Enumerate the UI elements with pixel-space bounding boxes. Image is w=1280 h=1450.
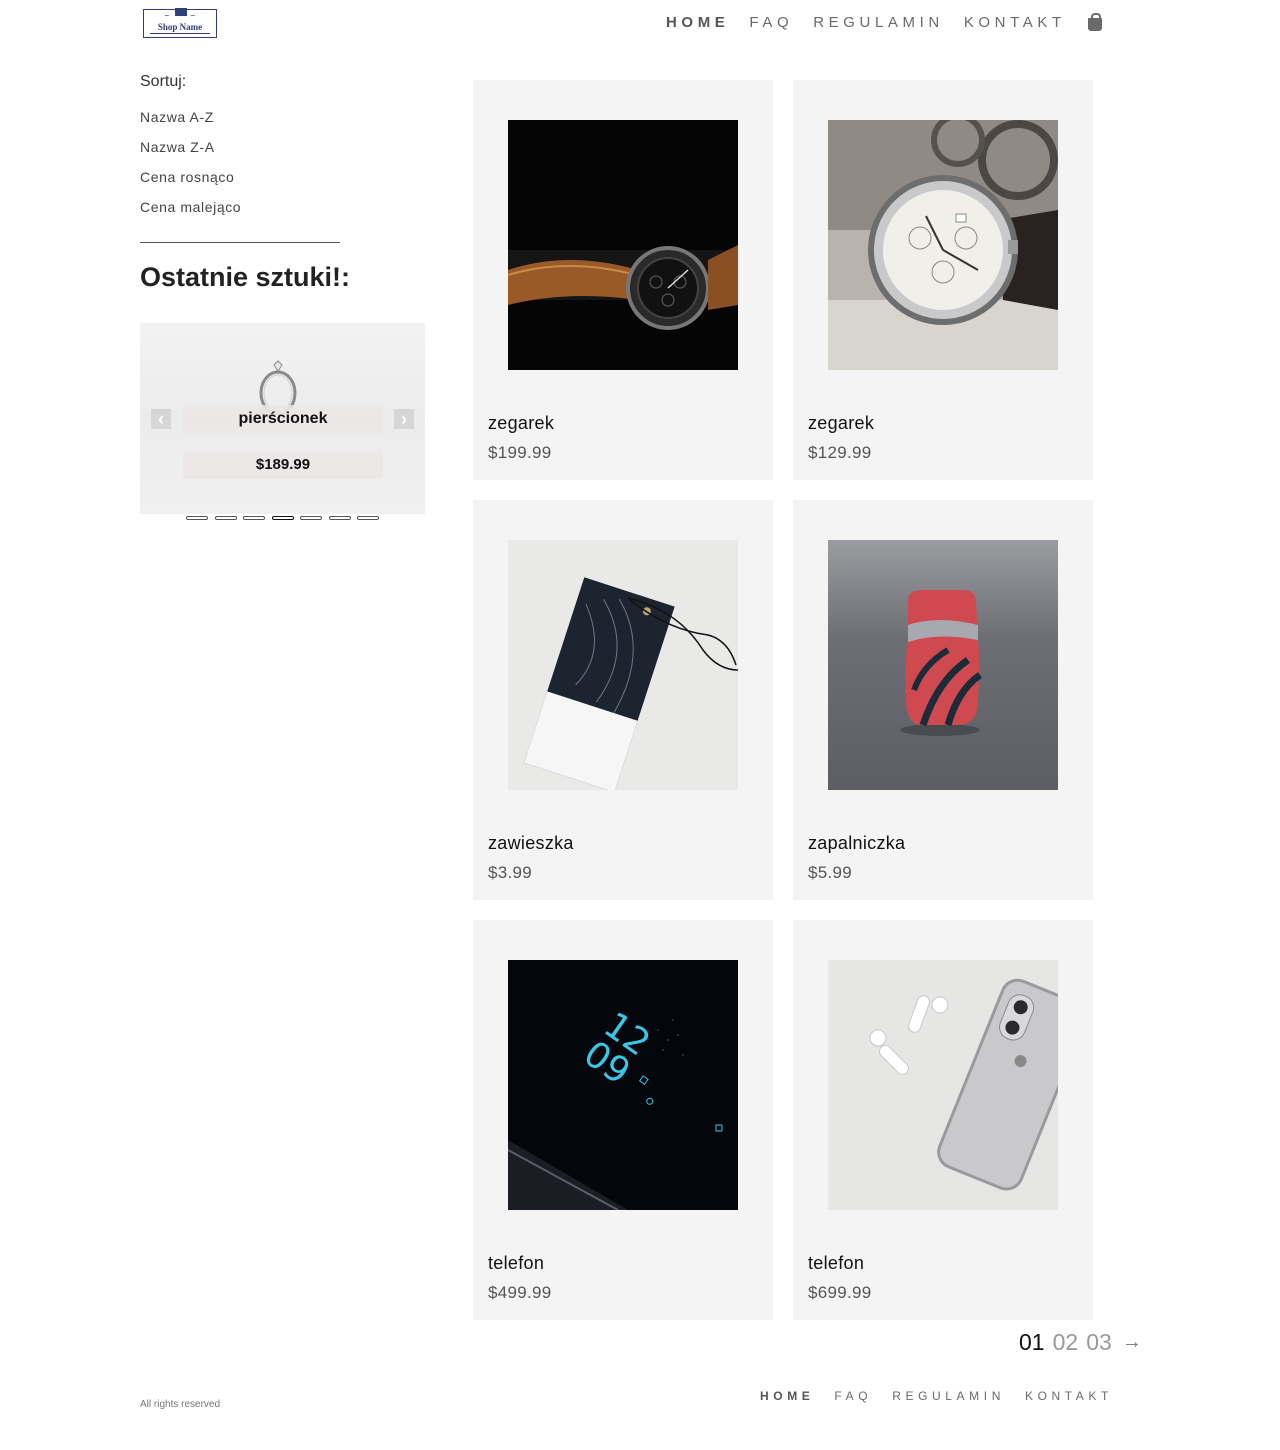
slider-dot[interactable] <box>300 516 322 520</box>
slider-dot[interactable] <box>243 516 265 520</box>
ornament-left-icon: ~ <box>164 12 170 20</box>
ornament-right-icon: ~ <box>190 12 196 20</box>
slider-dot[interactable] <box>328 516 351 520</box>
product-name[interactable]: telefon <box>488 1253 544 1274</box>
shopping-bag-icon[interactable] <box>1087 13 1102 31</box>
product-image-watch[interactable] <box>508 120 738 370</box>
footer-nav-home[interactable]: HOME <box>760 1389 814 1403</box>
product-price: $199.99 <box>488 443 552 462</box>
product-price: $3.99 <box>488 863 533 882</box>
gift-box-icon <box>175 8 187 16</box>
product-price: $699.99 <box>808 1283 872 1302</box>
slide-product-name[interactable]: pierścionek <box>183 405 383 433</box>
pagination: 01 02 03 → <box>1019 1329 1142 1356</box>
last-items-slider[interactable]: pierścionek $189.99 ‹ › <box>140 323 425 514</box>
slider-prev-arrow-icon[interactable]: ‹ <box>151 409 171 429</box>
product-card[interactable]: zapalniczka $5.99 <box>793 500 1093 900</box>
product-price: $5.99 <box>808 863 853 882</box>
product-card[interactable]: zegarek $199.99 <box>473 80 773 480</box>
product-name[interactable]: zegarek <box>488 413 554 434</box>
sort-price-asc[interactable]: Cena rosnąco <box>140 169 241 199</box>
sort-name-asc[interactable]: Nazwa A-Z <box>140 109 241 139</box>
slider-dots <box>186 516 386 520</box>
slider-dot[interactable] <box>357 516 379 520</box>
shop-logo[interactable]: ~ ~ Shop Name <box>143 8 217 38</box>
slider-dot[interactable] <box>214 516 237 520</box>
last-items-title: Ostatnie sztuki!: <box>140 262 351 292</box>
slider-dot-active[interactable] <box>271 516 294 520</box>
page-link-03[interactable]: 03 <box>1086 1329 1112 1356</box>
product-image-phone[interactable] <box>828 960 1058 1210</box>
logo-underline <box>150 33 210 34</box>
product-image-lighter[interactable] <box>828 540 1058 790</box>
footer-nav-faq[interactable]: FAQ <box>834 1389 872 1403</box>
product-name[interactable]: zawieszka <box>488 833 574 854</box>
logo-text: Shop Name <box>157 22 203 32</box>
sort-options-list: Nazwa A-Z Nazwa Z-A Cena rosnąco Cena ma… <box>140 109 241 229</box>
slider-dot[interactable] <box>186 516 208 520</box>
product-image-watch[interactable] <box>828 120 1058 370</box>
footer-nav-kontakt[interactable]: KONTAKT <box>1025 1389 1113 1403</box>
product-card[interactable]: zawieszka $3.99 <box>473 500 773 900</box>
product-name[interactable]: zapalniczka <box>808 833 905 854</box>
copyright-text: All rights reserved <box>140 1399 221 1410</box>
sort-title: Sortuj: <box>140 73 187 90</box>
nav-home[interactable]: HOME <box>666 14 729 31</box>
product-image-tag[interactable] <box>508 540 738 790</box>
product-price: $499.99 <box>488 1283 552 1302</box>
product-name[interactable]: telefon <box>808 1253 864 1274</box>
product-image-phone[interactable]: 12 09 <box>508 960 738 1210</box>
product-card[interactable]: zegarek $129.99 <box>793 80 1093 480</box>
sidebar-divider <box>140 242 340 243</box>
product-price: $129.99 <box>808 443 872 462</box>
nav-kontakt[interactable]: KONTAKT <box>964 14 1066 31</box>
page-link-01[interactable]: 01 <box>1019 1329 1045 1356</box>
nav-faq[interactable]: FAQ <box>749 14 793 31</box>
top-navigation: HOME FAQ REGULAMIN KONTAKT <box>666 13 1102 31</box>
nav-regulamin[interactable]: REGULAMIN <box>813 14 944 31</box>
sort-name-desc[interactable]: Nazwa Z-A <box>140 139 241 169</box>
product-name[interactable]: zegarek <box>808 413 874 434</box>
page-link-02[interactable]: 02 <box>1053 1329 1079 1356</box>
slide-product-price: $189.99 <box>183 451 383 479</box>
product-card[interactable]: telefon $699.99 <box>793 920 1093 1320</box>
footer-nav-regulamin[interactable]: REGULAMIN <box>892 1389 1005 1403</box>
product-card[interactable]: 12 09 telefon $499.99 <box>473 920 773 1320</box>
slider-next-arrow-icon[interactable]: › <box>394 409 414 429</box>
sort-price-desc[interactable]: Cena malejąco <box>140 199 241 229</box>
footer-navigation: HOME FAQ REGULAMIN KONTAKT <box>760 1389 1133 1403</box>
arrow-right-icon[interactable]: → <box>1122 1331 1142 1354</box>
